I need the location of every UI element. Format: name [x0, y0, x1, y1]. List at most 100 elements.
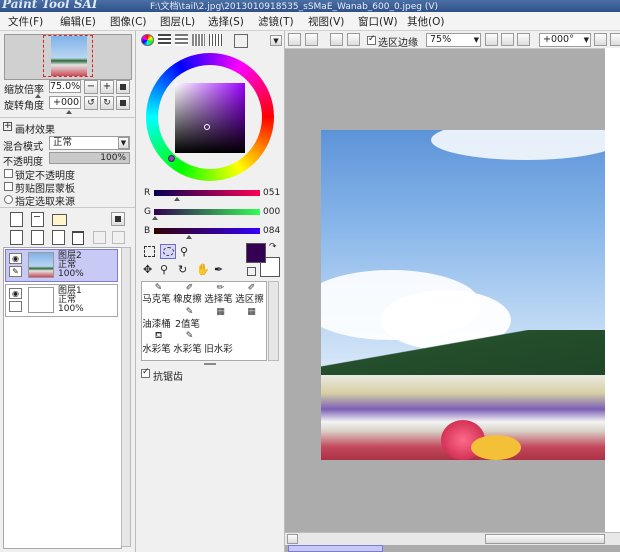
menu-view[interactable]: 视图(V) — [308, 14, 344, 29]
navigator-preview[interactable] — [4, 34, 132, 80]
r-value[interactable]: 051 — [263, 188, 280, 198]
scroll-left-button[interactable] — [287, 534, 298, 544]
scroll-thumb[interactable] — [485, 534, 605, 544]
swap-colors-icon[interactable]: ↷ — [269, 242, 277, 252]
marquee-select-icon[interactable] — [144, 246, 155, 257]
menu-image[interactable]: 图像(C) — [110, 14, 147, 29]
foreground-color-swatch[interactable] — [246, 243, 266, 263]
zoom-in-button[interactable] — [501, 33, 514, 46]
rotate-left-button[interactable]: ↺ — [84, 96, 98, 110]
rgb-slider-tab[interactable] — [158, 34, 171, 46]
scratchpad-tab[interactable] — [234, 34, 248, 48]
edit-slot-icon[interactable] — [9, 301, 22, 312]
angle-select[interactable]: +000° ▼ — [539, 33, 591, 47]
transfer-down-icon[interactable] — [10, 230, 23, 245]
zoom-out-button[interactable] — [485, 33, 498, 46]
horizontal-scrollbar[interactable] — [285, 532, 620, 545]
layer-item-1[interactable]: ◉ 图层1 正常 100% — [5, 284, 118, 317]
resize-handle[interactable] — [204, 363, 216, 365]
menu-other[interactable]: 其他(O) — [407, 14, 444, 29]
document-tab[interactable] — [288, 545, 383, 552]
zoom-select[interactable]: 75% ▼ — [426, 33, 481, 47]
opacity-slider[interactable]: 100% — [49, 152, 130, 164]
g-slider-track[interactable] — [154, 209, 260, 215]
menu-file[interactable]: 文件(F) — [8, 14, 43, 29]
reset-colors-icon[interactable] — [247, 267, 256, 276]
eyedropper-icon[interactable]: ✒ — [214, 263, 223, 276]
navigator-viewport[interactable] — [43, 35, 93, 77]
menu-window[interactable]: 窗口(W) — [358, 14, 398, 29]
selection-edge-checkbox[interactable] — [367, 34, 376, 45]
r-slider-track[interactable] — [154, 190, 260, 196]
undo-button[interactable] — [288, 33, 301, 46]
trash-icon[interactable] — [72, 231, 84, 245]
menu-layer[interactable]: 图层(L) — [160, 14, 195, 29]
tool-grid-scrollbar[interactable] — [268, 281, 279, 361]
zoom-reset-button[interactable] — [517, 33, 530, 46]
rotate-slider-handle[interactable] — [66, 110, 72, 114]
rotate-view-icon[interactable]: ↻ — [178, 263, 187, 276]
zoom-icon[interactable]: ⚲ — [160, 263, 168, 276]
hue-picker-cursor[interactable] — [168, 155, 175, 162]
zoom-value-field[interactable]: 75.0% — [49, 80, 81, 93]
tool-select-pen[interactable]: 选择笔 — [203, 294, 234, 306]
tool-select-eraser[interactable]: 选区擦 — [234, 294, 265, 306]
invert-selection-button[interactable] — [347, 33, 360, 46]
menu-select[interactable]: 选择(S) — [208, 14, 244, 29]
edit-pencil-icon[interactable]: ✎ — [9, 266, 22, 277]
b-slider-handle[interactable] — [186, 235, 192, 239]
swatches-tab[interactable] — [209, 34, 222, 46]
selection-source-checkbox[interactable] — [4, 195, 13, 204]
hand-icon[interactable]: ✋ — [196, 263, 210, 276]
rotate-right-button[interactable] — [610, 33, 620, 46]
b-value[interactable]: 084 — [263, 226, 280, 236]
g-value[interactable]: 000 — [263, 207, 280, 217]
b-slider-track[interactable] — [154, 228, 260, 234]
tool-marker[interactable]: 马克笔 — [141, 294, 172, 306]
gray-slider-tab[interactable] — [192, 34, 205, 46]
tool-watercolor[interactable]: 水彩笔 — [141, 344, 172, 356]
new-layer-icon[interactable] — [10, 212, 23, 227]
move-icon[interactable]: ✥ — [143, 263, 152, 276]
new-linework-layer-icon[interactable] — [31, 212, 44, 227]
r-slider-handle[interactable] — [174, 197, 180, 201]
redo-button[interactable] — [305, 33, 318, 46]
tool-old-watercolor[interactable]: 旧水彩 — [203, 344, 234, 356]
blend-mode-select[interactable]: 正常 ▼ — [49, 136, 130, 150]
visibility-eye-icon[interactable]: ◉ — [9, 253, 22, 264]
tool-binary-pen[interactable]: 2值笔 — [172, 319, 203, 331]
color-wheel-tab[interactable] — [141, 34, 154, 46]
tool-eraser[interactable]: 橡皮擦 — [172, 294, 203, 306]
rotate-value-field[interactable]: +000 — [49, 96, 81, 109]
canvas-image[interactable] — [321, 130, 620, 460]
menu-edit[interactable]: 编辑(E) — [60, 14, 96, 29]
rotate-left-button[interactable] — [594, 33, 607, 46]
rotate-right-button[interactable]: ↻ — [100, 96, 114, 110]
magic-wand-icon[interactable]: ⚲ — [180, 245, 188, 258]
rotate-reset-button[interactable] — [116, 96, 130, 110]
zoom-out-button[interactable]: − — [84, 80, 98, 94]
clipping-mask-checkbox[interactable] — [4, 182, 13, 191]
hsv-slider-tab[interactable] — [175, 34, 188, 46]
menu-filter[interactable]: 滤镜(T) — [258, 14, 294, 29]
expand-icon[interactable]: + — [3, 122, 12, 131]
merge-down-icon[interactable] — [31, 230, 44, 245]
tool-bucket[interactable]: 油漆桶 — [141, 319, 172, 331]
visibility-eye-icon[interactable]: ◉ — [9, 288, 22, 299]
lock-opacity-checkbox[interactable] — [4, 169, 13, 178]
layer-item-2[interactable]: ◉ ✎ 图层2 正常 100% — [5, 249, 118, 282]
new-folder-icon[interactable] — [52, 214, 67, 226]
chevron-down-icon[interactable]: ▼ — [270, 35, 282, 46]
g-slider-handle[interactable] — [152, 216, 158, 220]
saturation-value-square[interactable] — [175, 83, 245, 153]
zoom-in-button[interactable]: + — [100, 80, 114, 94]
lasso-tool-button[interactable] — [160, 244, 176, 259]
zoom-reset-button[interactable] — [116, 80, 130, 94]
vertical-scrollbar[interactable] — [605, 48, 620, 532]
layer-menu-button[interactable] — [111, 212, 125, 226]
color-picker-cursor[interactable] — [204, 124, 210, 130]
effects-label[interactable]: 画材效果 — [15, 121, 55, 136]
clear-layer-icon[interactable] — [52, 230, 65, 245]
deselect-button[interactable] — [330, 33, 343, 46]
tool-watercolor-2[interactable]: 水彩笔 — [172, 344, 203, 356]
